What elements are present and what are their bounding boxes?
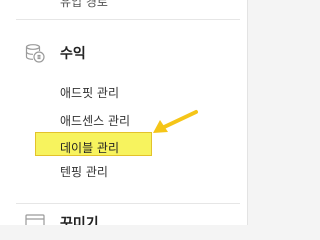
section-header-decorate: 꾸미기: [24, 212, 99, 225]
sidebar-item-tenping-manage[interactable]: 텐핑 관리: [60, 163, 108, 180]
coins-icon: [25, 44, 45, 63]
section-title-revenue: 수익: [60, 46, 86, 62]
sidebar-item-adsense-manage[interactable]: 애드센스 관리: [60, 112, 130, 129]
sidebar-item-inbound-path[interactable]: 유입 경로: [60, 0, 108, 10]
section-header-revenue: 수익: [24, 40, 86, 66]
arrow-pointer-icon: [153, 110, 198, 133]
section-divider: [16, 203, 240, 204]
section-title-decorate: 꾸미기: [60, 216, 99, 225]
sidebar-item-dable-manage[interactable]: 데이블 관리: [60, 139, 119, 156]
window-icon: [25, 214, 45, 225]
sidebar-item-adfit-manage[interactable]: 애드핏 관리: [60, 84, 119, 101]
sidebar-panel: 유입 경로 수익 애드핏 관리 애드센스 관리 데이블 관리 텐핑 관리 꾸미기: [0, 0, 248, 225]
section-divider: [16, 19, 240, 20]
